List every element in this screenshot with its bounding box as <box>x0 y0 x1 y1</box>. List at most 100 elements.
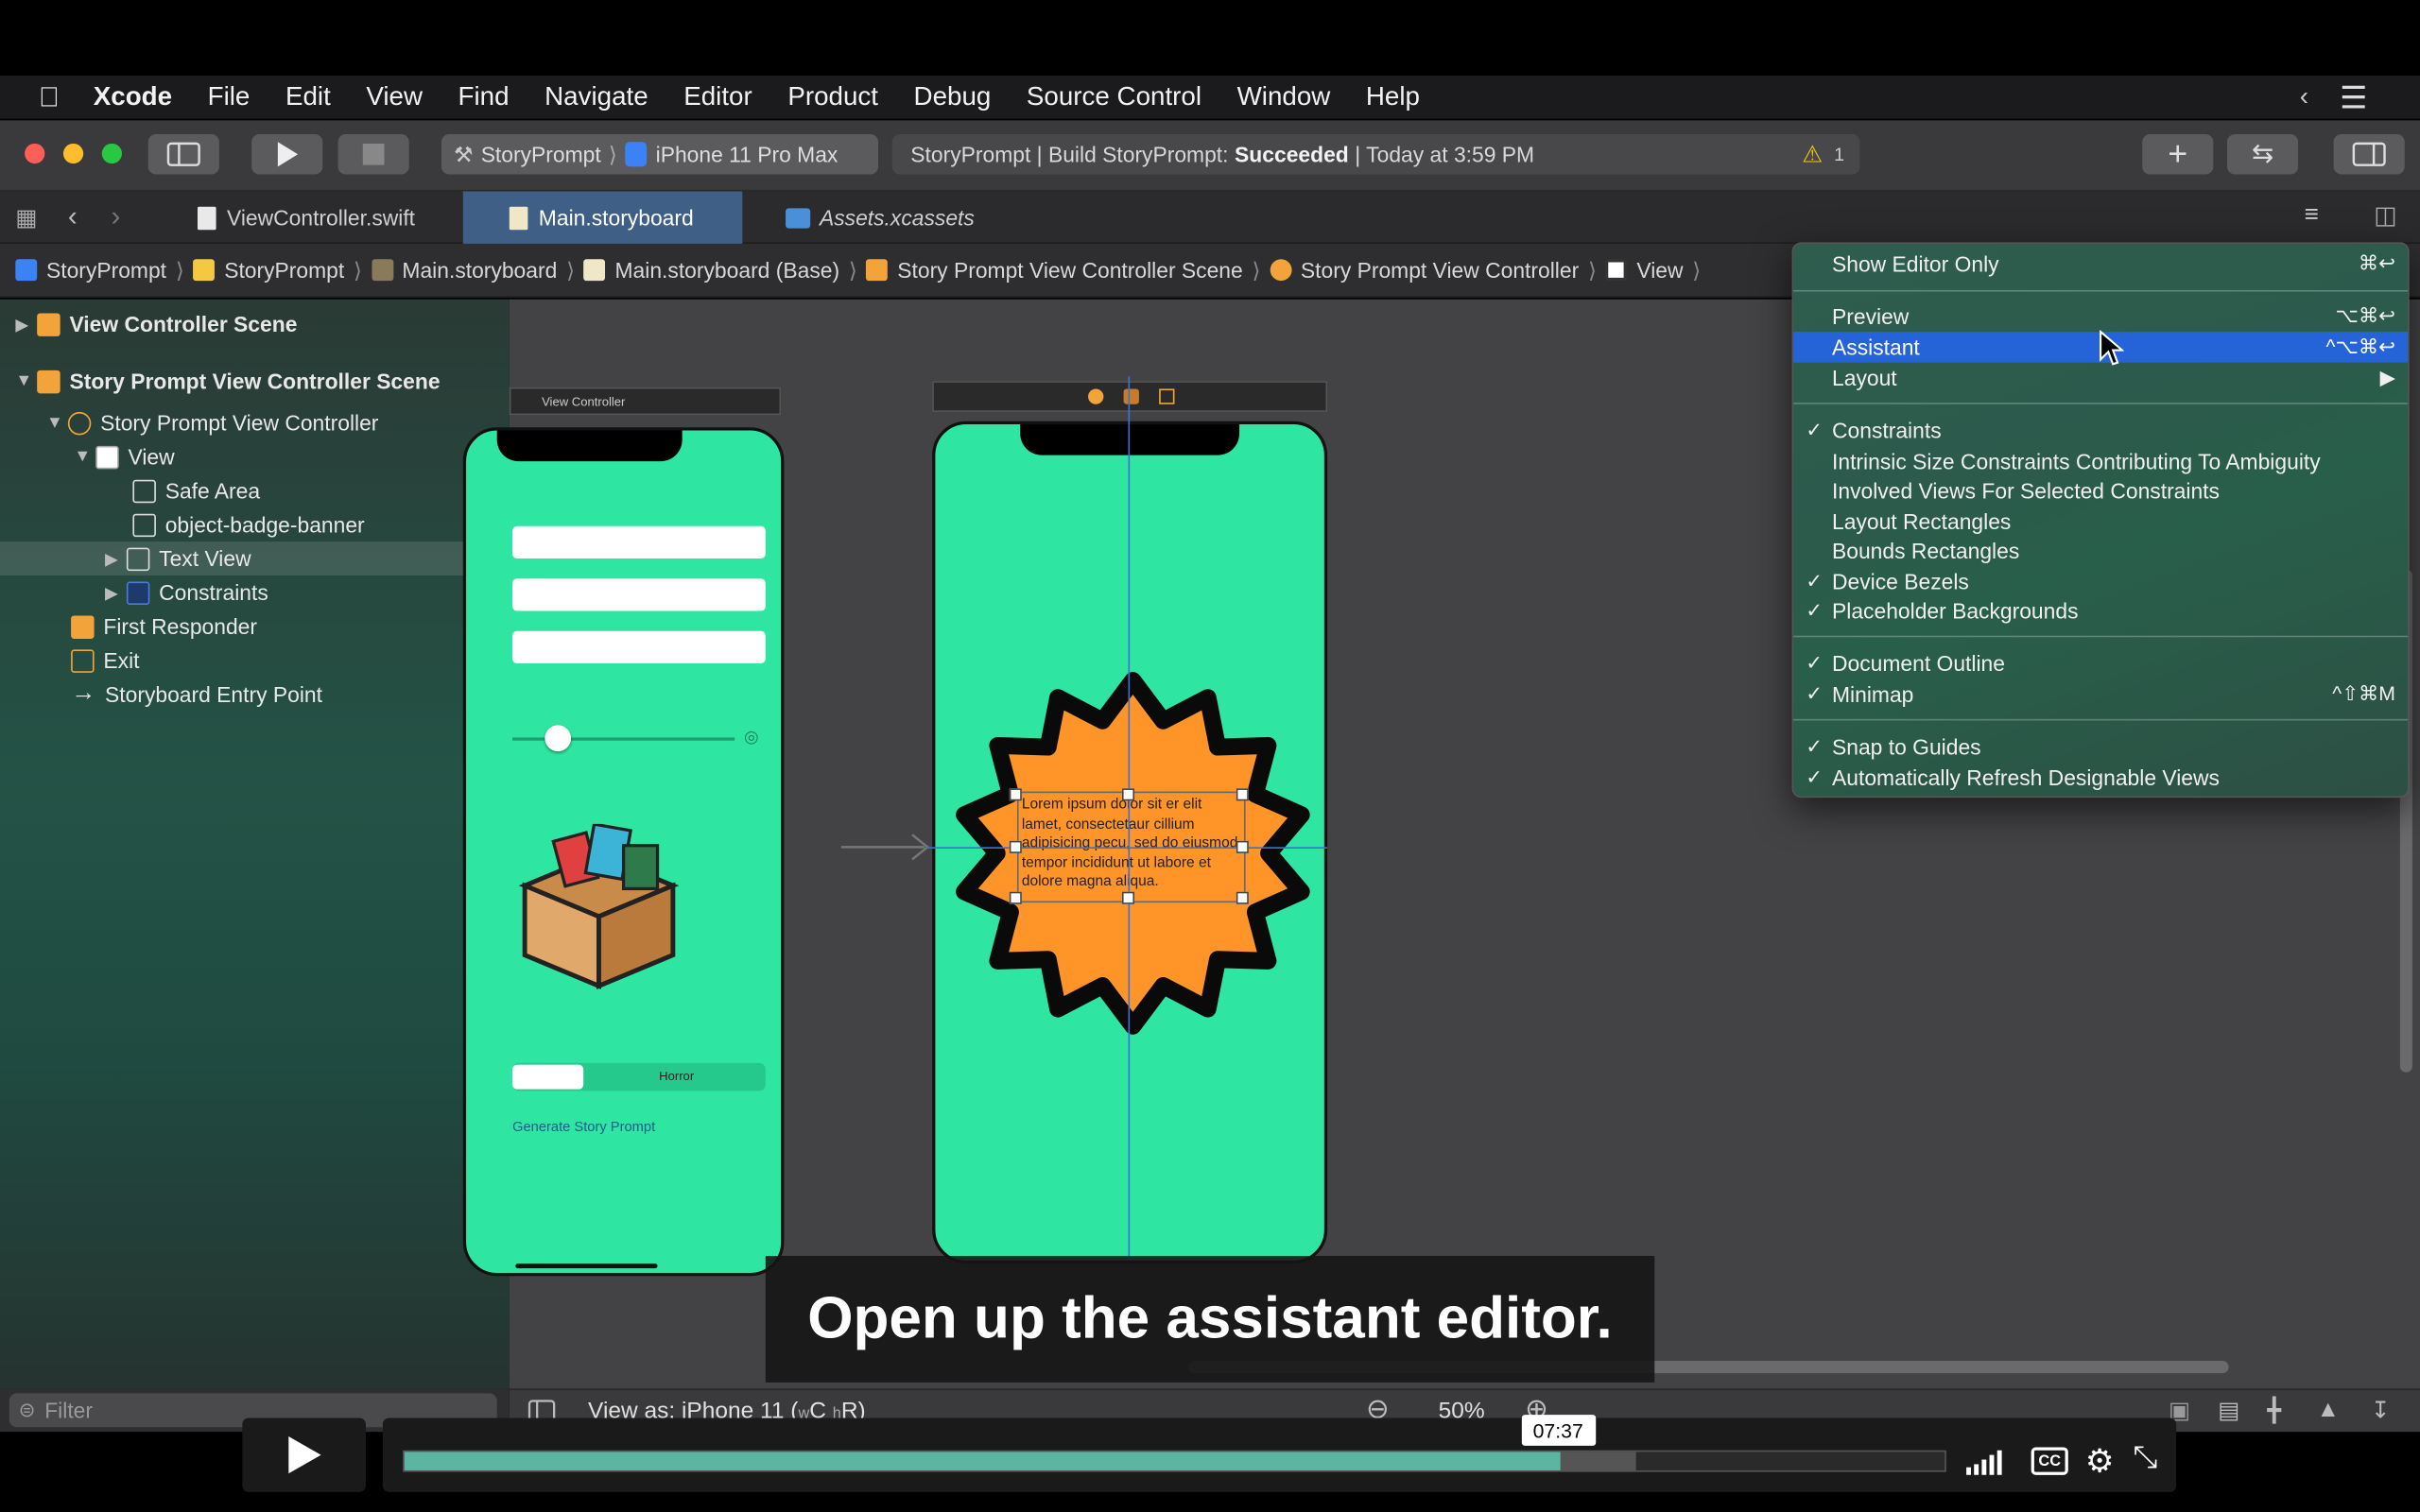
run-button[interactable] <box>251 134 323 175</box>
menu-item-show-editor-only[interactable]: Show Editor Only ⌘↩ <box>1793 249 2408 280</box>
menu-item-involved-views[interactable]: Involved Views For Selected Constraints <box>1793 475 2408 507</box>
apple-icon[interactable]:  <box>39 81 60 113</box>
resize-handle[interactable] <box>1009 891 1022 904</box>
menu-item-intrinsic-size[interactable]: Intrinsic Size Constraints Contributing … <box>1793 446 2408 477</box>
captions-button[interactable]: CC <box>2031 1447 2068 1475</box>
settings-gear-icon[interactable]: ⚙ <box>2085 1443 2115 1482</box>
menu-window[interactable]: Window <box>1237 82 1331 113</box>
resize-handle[interactable] <box>1236 788 1249 801</box>
menu-navigate[interactable]: Navigate <box>544 82 648 113</box>
crumb-storyboard[interactable]: Main.storyboard <box>371 258 557 283</box>
progress-track[interactable] <box>403 1450 1946 1472</box>
menu-file[interactable]: File <box>208 82 251 113</box>
outline-row[interactable]: object-badge-banner <box>132 507 365 541</box>
close-window-button[interactable] <box>25 143 45 164</box>
resize-handle[interactable] <box>1121 788 1135 801</box>
menu-item-minimap[interactable]: ✓ Minimap ^⇧⌘M <box>1793 679 2408 710</box>
warning-icon[interactable]: ⚠ <box>1802 141 1823 168</box>
menu-edit[interactable]: Edit <box>285 82 331 113</box>
tab-main-storyboard[interactable]: Main.storyboard <box>462 191 743 244</box>
align-icon[interactable]: ▤ <box>2218 1397 2239 1424</box>
outline-row[interactable]: ▶ View Controller Scene <box>15 307 297 341</box>
disclosure-right-icon[interactable]: ▶ <box>15 314 37 335</box>
crumb-group[interactable]: StoryPrompt <box>193 258 344 283</box>
resize-handle[interactable] <box>1236 891 1249 904</box>
zoom-window-button[interactable] <box>101 143 122 164</box>
segmented-control[interactable]: Horror <box>512 1062 766 1091</box>
add-editor-icon[interactable]: ◫ <box>2374 200 2397 232</box>
menu-item-bounds-rectangles[interactable]: Bounds Rectangles <box>1793 536 2408 567</box>
outline-row[interactable]: ▼ View <box>74 439 174 473</box>
first-responder-icon[interactable] <box>1123 388 1139 404</box>
menu-product[interactable]: Product <box>787 82 878 113</box>
tab-assets[interactable]: Assets.xcassets <box>742 191 1020 244</box>
play-button[interactable] <box>242 1418 366 1492</box>
disclosure-down-icon[interactable]: ▼ <box>74 447 95 466</box>
menu-item-snap-to-guides[interactable]: ✓ Snap to Guides <box>1793 731 2408 763</box>
resize-handle[interactable] <box>1009 840 1022 853</box>
outline-row[interactable]: ▼ Story Prompt View Controller <box>46 405 378 439</box>
minimize-window-button[interactable] <box>62 143 84 164</box>
outline-row-selected[interactable]: ▶ Text View <box>0 541 510 576</box>
menu-xcode[interactable]: Xcode <box>94 82 172 113</box>
segment-label[interactable]: Horror <box>659 1069 694 1083</box>
back-arrow-icon[interactable]: ‹ <box>68 200 78 232</box>
menu-item-layout-rectangles[interactable]: Layout Rectangles <box>1793 507 2408 538</box>
tab-viewcontroller-swift[interactable]: ViewController.swift <box>185 191 463 244</box>
outline-row[interactable]: Exit <box>71 644 140 678</box>
scheme-selector[interactable]: ⚒ StoryPrompt ⟩ iPhone 11 Pro Max <box>441 134 879 175</box>
inspector-toggle-button[interactable] <box>2333 134 2405 175</box>
fullscreen-icon[interactable]: ⤡ <box>2133 1441 2157 1477</box>
menu-view[interactable]: View <box>366 82 423 113</box>
grid-icon[interactable]: ▦ <box>15 204 37 232</box>
crumb-view-controller[interactable]: Story Prompt View Controller <box>1270 258 1579 283</box>
text-field[interactable] <box>512 630 766 664</box>
resize-handle[interactable] <box>1236 840 1249 853</box>
disclosure-right-icon[interactable]: ▶ <box>105 582 127 603</box>
slider-thumb[interactable] <box>544 725 572 752</box>
exit-icon[interactable] <box>1159 388 1175 404</box>
menu-source-control[interactable]: Source Control <box>1027 82 1201 113</box>
view-controller-icon[interactable] <box>1088 388 1104 404</box>
segment-selected[interactable] <box>512 1064 584 1090</box>
lines-icon[interactable]: ≡ <box>2305 202 2319 230</box>
crumb-view[interactable]: View <box>1605 258 1684 283</box>
crumb-project[interactable]: StoryPrompt <box>15 258 166 283</box>
menu-item-document-outline[interactable]: ✓ Document Outline <box>1793 648 2408 679</box>
menu-editor[interactable]: Editor <box>683 82 752 113</box>
library-button[interactable]: + <box>2142 134 2214 175</box>
activity-view[interactable]: StoryPrompt | Build StoryPrompt: Succeed… <box>891 134 1860 175</box>
navigator-toggle-button[interactable] <box>147 134 219 175</box>
menu-item-refresh-designables[interactable]: ✓ Automatically Refresh Designable Views <box>1793 763 2408 794</box>
menu-item-preview[interactable]: Preview ⌥⌘↩ <box>1793 301 2408 332</box>
add-constraints-icon[interactable]: ╋ <box>2267 1397 2281 1424</box>
volume-icon[interactable] <box>1966 1447 2010 1475</box>
outline-row[interactable]: → Storyboard Entry Point <box>71 678 322 712</box>
menu-item-device-bezels[interactable]: ✓ Device Bezels <box>1793 566 2408 597</box>
crumb-storyboard-base[interactable]: Main.storyboard (Base) <box>583 258 839 283</box>
left-phone-screen[interactable]: ◎ Horror Generate Story Prompt <box>462 427 785 1277</box>
menu-find[interactable]: Find <box>458 82 510 113</box>
forward-arrow-icon[interactable]: › <box>112 200 121 232</box>
resize-handle[interactable] <box>1009 788 1022 801</box>
outline-row[interactable]: ▼ Story Prompt View Controller Scene <box>15 364 440 398</box>
text-field[interactable] <box>512 578 766 611</box>
embed-in-icon[interactable]: ↧ <box>2371 1397 2391 1424</box>
outline-row[interactable]: ▶ Constraints <box>105 576 268 610</box>
menu-item-constraints[interactable]: ✓ Constraints <box>1793 415 2408 446</box>
menu-debug[interactable]: Debug <box>914 82 992 113</box>
list-icon[interactable]: ☰ <box>2340 77 2367 116</box>
resolve-issues-icon[interactable]: ▲ <box>2317 1397 2340 1423</box>
chevron-left-icon[interactable]: ‹ <box>2300 82 2308 113</box>
menu-help[interactable]: Help <box>1366 82 1420 113</box>
stop-button[interactable] <box>337 134 409 175</box>
outline-row[interactable]: Safe Area <box>132 473 260 507</box>
outline-row[interactable]: First Responder <box>71 610 257 644</box>
disclosure-down-icon[interactable]: ▼ <box>46 414 68 433</box>
scene-dock[interactable]: View Controller <box>509 387 782 416</box>
segue-arrow[interactable] <box>840 832 934 863</box>
code-review-button[interactable]: ⇆ <box>2226 134 2299 175</box>
menu-item-placeholder-backgrounds[interactable]: ✓ Placeholder Backgrounds <box>1793 595 2408 627</box>
generate-button[interactable]: Generate Story Prompt <box>512 1119 655 1134</box>
disclosure-right-icon[interactable]: ▶ <box>105 548 127 569</box>
